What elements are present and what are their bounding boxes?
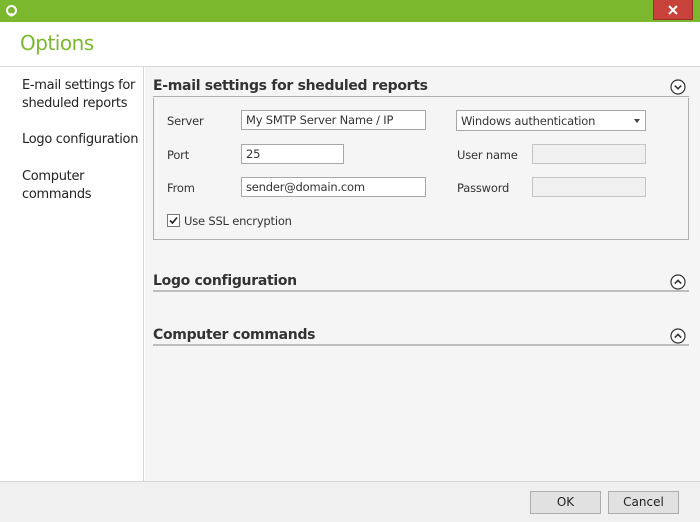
ssl-checkbox[interactable] (167, 214, 180, 227)
checkmark-icon (169, 216, 178, 225)
authentication-select[interactable]: Windows authentication (456, 110, 646, 131)
main-panel: E-mail settings for sheduled reports Ser… (145, 67, 700, 481)
username-label: User name (457, 148, 518, 162)
cancel-button[interactable]: Cancel (608, 491, 679, 514)
port-label: Port (167, 148, 189, 162)
sidebar-item-label: Computer (22, 169, 85, 184)
sidebar-item-label: Logo configuration (22, 132, 139, 147)
sidebar-item-label: sheduled reports (22, 96, 128, 111)
section-header-commands[interactable]: Computer commands (153, 326, 689, 346)
section-header-logo[interactable]: Logo configuration (153, 272, 689, 292)
password-input[interactable] (532, 177, 646, 197)
port-input[interactable]: 25 (241, 144, 344, 164)
chevron-up-icon[interactable] (670, 274, 686, 290)
dropdown-arrow-icon (634, 119, 640, 123)
ok-button[interactable]: OK (530, 491, 601, 514)
chevron-down-icon[interactable] (670, 79, 686, 95)
username-input[interactable] (532, 144, 646, 164)
from-input[interactable]: sender@domain.com (241, 177, 426, 197)
section-title: Logo configuration (153, 273, 297, 289)
page-title: Options (20, 31, 94, 55)
close-button[interactable] (653, 0, 693, 20)
title-bar (0, 0, 700, 22)
sidebar-item-email-settings[interactable]: E-mail settings for sheduled reports (22, 77, 135, 113)
from-label: From (167, 181, 195, 195)
sidebar: E-mail settings for sheduled reports Log… (0, 67, 144, 481)
chevron-up-icon[interactable] (670, 328, 686, 344)
sidebar-item-logo-configuration[interactable]: Logo configuration (22, 131, 138, 149)
authentication-select-value: Windows authentication (461, 114, 596, 128)
sidebar-item-computer-commands[interactable]: Computer commands (22, 168, 92, 204)
section-header-email[interactable]: E-mail settings for sheduled reports (153, 77, 689, 97)
close-icon (668, 4, 678, 15)
password-label: Password (457, 181, 510, 195)
sidebar-item-label: commands (22, 187, 92, 202)
sidebar-item-label: E-mail settings for (22, 78, 136, 93)
ssl-label: Use SSL encryption (184, 214, 292, 228)
dialog-footer: OK Cancel (0, 481, 700, 522)
email-settings-panel: Server My SMTP Server Name / IP Windows … (153, 98, 689, 240)
section-title: E-mail settings for sheduled reports (153, 78, 428, 94)
server-input[interactable]: My SMTP Server Name / IP (241, 110, 426, 130)
server-label: Server (167, 114, 204, 128)
app-logo-icon (6, 5, 17, 17)
section-title: Computer commands (153, 327, 316, 343)
